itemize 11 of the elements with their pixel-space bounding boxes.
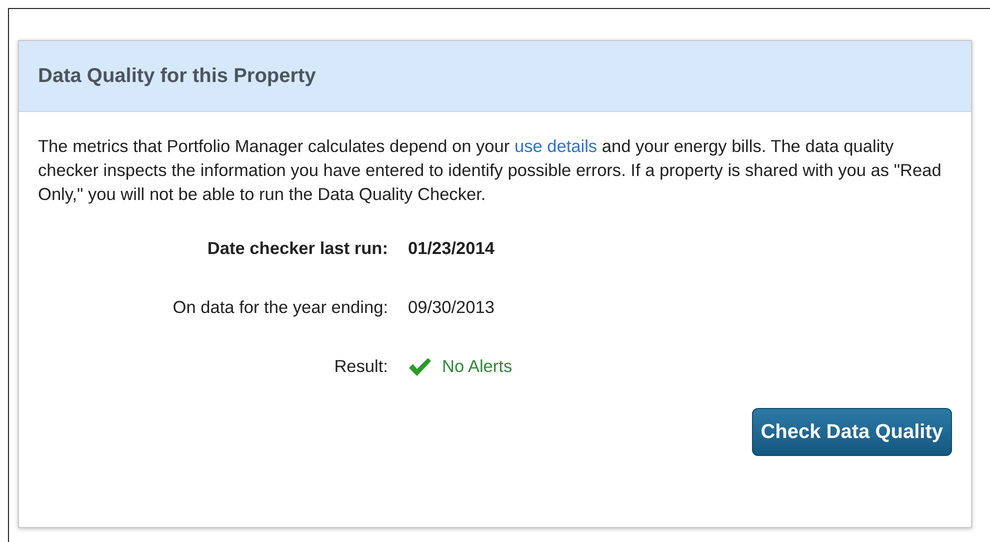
field-label: On data for the year ending:	[172, 296, 388, 319]
panel-title: Data Quality for this Property	[19, 41, 971, 112]
check-data-quality-button[interactable]: Check Data Quality	[752, 408, 952, 456]
field-value: No Alerts	[442, 354, 512, 378]
checkmark-icon	[408, 356, 432, 377]
field-value: 01/23/2014	[408, 237, 494, 260]
use-details-link[interactable]: use details	[514, 136, 598, 156]
field-label: Result:	[333, 354, 388, 378]
field-value: 09/30/2013	[408, 296, 494, 319]
field-label: Date checker last run:	[206, 237, 388, 260]
intro-paragraph: The metrics that Portfolio Manager calculates depend on your use details and your energy bills. The data quality checker inspects the information you have entered to identify possible errors. If a property is shared with you as "Read Only," you will not be able to run the Data Quality Checker.	[38, 135, 942, 206]
